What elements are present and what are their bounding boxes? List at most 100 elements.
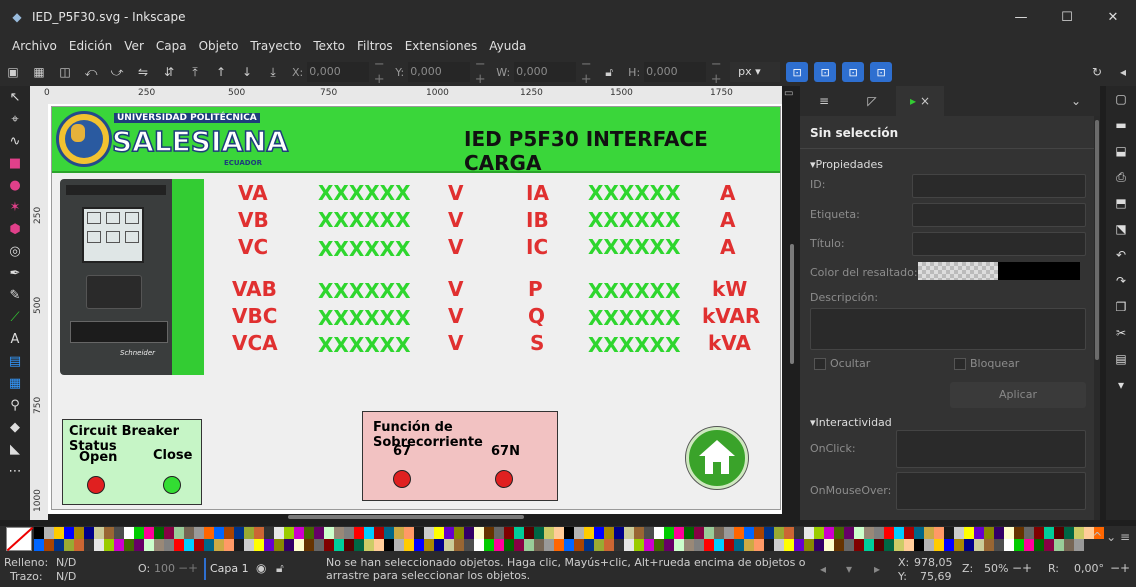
palette-swatch[interactable] bbox=[1024, 539, 1034, 551]
palette-swatch[interactable] bbox=[594, 539, 604, 551]
palette-swatch[interactable] bbox=[834, 527, 844, 539]
palette-swatch[interactable] bbox=[554, 527, 564, 539]
palette-swatch[interactable] bbox=[164, 539, 174, 551]
more-tools-icon[interactable]: ⋯ bbox=[0, 460, 30, 482]
palette-swatch[interactable] bbox=[544, 527, 554, 539]
no-paint-swatch[interactable] bbox=[6, 527, 32, 551]
palette-swatch[interactable] bbox=[664, 527, 674, 539]
stroke-value[interactable]: N/D bbox=[56, 570, 76, 583]
palette-swatch[interactable] bbox=[394, 527, 404, 539]
close-window-button[interactable]: ✕ bbox=[1090, 0, 1136, 34]
mesh-tool-icon[interactable]: ▦ bbox=[0, 372, 30, 394]
palette-swatch[interactable] bbox=[534, 527, 544, 539]
menu-ayuda[interactable]: Ayuda bbox=[483, 39, 532, 53]
palette-swatch[interactable] bbox=[564, 527, 574, 539]
dock-menu-chevron-icon[interactable]: ⌄ bbox=[1052, 86, 1100, 116]
dropper-tool-icon[interactable]: ⚲ bbox=[0, 394, 30, 416]
y-field[interactable]: 0,000 bbox=[408, 62, 471, 82]
zoom-stepper[interactable]: −+ bbox=[1012, 561, 1032, 575]
palette-swatch[interactable] bbox=[44, 527, 54, 539]
palette-swatch[interactable] bbox=[734, 527, 744, 539]
canvas-menu-icon[interactable]: ▭ bbox=[784, 88, 798, 102]
palette-swatch[interactable] bbox=[804, 527, 814, 539]
redo-icon[interactable]: ↷ bbox=[1106, 268, 1136, 294]
menu-capa[interactable]: Capa bbox=[150, 39, 193, 53]
palette-swatch[interactable] bbox=[104, 527, 114, 539]
palette-swatch[interactable] bbox=[244, 527, 254, 539]
export-icon[interactable]: ⬔ bbox=[1106, 216, 1136, 242]
palette-swatch[interactable] bbox=[54, 539, 64, 551]
palette-swatch[interactable] bbox=[1074, 539, 1084, 551]
palette-swatch[interactable] bbox=[894, 527, 904, 539]
palette-swatch[interactable] bbox=[304, 527, 314, 539]
menu-filtros[interactable]: Filtros bbox=[351, 39, 399, 53]
menu-extensiones[interactable]: Extensiones bbox=[399, 39, 484, 53]
print-icon[interactable]: ⎙ bbox=[1106, 164, 1136, 190]
palette-swatch[interactable] bbox=[294, 527, 304, 539]
palette-swatch[interactable] bbox=[414, 527, 424, 539]
rectangle-tool-icon[interactable]: ■ bbox=[0, 152, 30, 174]
palette-swatch[interactable] bbox=[904, 539, 914, 551]
palette-swatch[interactable] bbox=[404, 539, 414, 551]
palette-swatch[interactable] bbox=[324, 527, 334, 539]
palette-swatch[interactable] bbox=[854, 527, 864, 539]
w-stepper[interactable]: −+ bbox=[576, 57, 596, 87]
palette-swatch[interactable] bbox=[84, 527, 94, 539]
palette-swatch[interactable] bbox=[64, 527, 74, 539]
flip-vertical-icon[interactable]: ⇵ bbox=[156, 61, 182, 83]
layer-visibility-icon[interactable]: ◉ bbox=[256, 561, 266, 575]
3d-box-tool-icon[interactable]: ⬢ bbox=[0, 218, 30, 240]
new-document-icon[interactable]: ▢ bbox=[1106, 86, 1136, 112]
lock-ratio-icon[interactable]: 🔓︎ bbox=[596, 61, 622, 83]
palette-swatch[interactable] bbox=[244, 539, 254, 551]
palette-swatch[interactable] bbox=[974, 539, 984, 551]
palette-swatch[interactable] bbox=[684, 527, 694, 539]
zoom-field[interactable]: 50% bbox=[984, 562, 1008, 575]
palette-swatch[interactable] bbox=[144, 527, 154, 539]
deselect-icon[interactable]: ◫ bbox=[52, 61, 78, 83]
palette-swatch[interactable] bbox=[1064, 539, 1074, 551]
palette-swatch[interactable] bbox=[764, 527, 774, 539]
palette-swatch[interactable] bbox=[624, 527, 634, 539]
palette-swatch[interactable] bbox=[134, 527, 144, 539]
palette-swatch[interactable] bbox=[974, 527, 984, 539]
palette-swatch[interactable] bbox=[754, 539, 764, 551]
tab-object-properties[interactable]: ▸ × bbox=[896, 86, 944, 116]
flip-horizontal-icon[interactable]: ⇋ bbox=[130, 61, 156, 83]
palette-swatch[interactable] bbox=[444, 527, 454, 539]
palette-swatch[interactable] bbox=[524, 539, 534, 551]
scale-corners-icon[interactable]: ⊡ bbox=[814, 62, 837, 82]
title-input[interactable] bbox=[912, 232, 1086, 256]
palette-swatch[interactable] bbox=[794, 527, 804, 539]
palette-swatch[interactable] bbox=[254, 527, 264, 539]
palette-swatch[interactable] bbox=[894, 539, 904, 551]
rotate-90-cw-icon[interactable]: ⤻ bbox=[104, 61, 130, 83]
palette-swatch[interactable] bbox=[394, 539, 404, 551]
palette-swatch[interactable] bbox=[534, 539, 544, 551]
palette-swatch[interactable] bbox=[474, 527, 484, 539]
palette-swatch[interactable] bbox=[404, 527, 414, 539]
palette-swatch[interactable] bbox=[704, 539, 714, 551]
palette-swatch[interactable] bbox=[434, 539, 444, 551]
palette-swatch[interactable] bbox=[1024, 527, 1034, 539]
palette-swatch[interactable] bbox=[914, 539, 924, 551]
palette-swatch[interactable] bbox=[1004, 527, 1014, 539]
h-stepper[interactable]: −+ bbox=[706, 57, 726, 87]
palette-swatch[interactable] bbox=[304, 539, 314, 551]
minimize-button[interactable]: — bbox=[998, 0, 1044, 34]
tweak-tool-icon[interactable]: ∿ bbox=[0, 130, 30, 152]
maximize-button[interactable]: ☐ bbox=[1044, 0, 1090, 34]
palette-swatch[interactable] bbox=[364, 539, 374, 551]
lock-checkbox[interactable] bbox=[954, 358, 966, 370]
palette-swatch[interactable] bbox=[954, 539, 964, 551]
palette-swatch[interactable] bbox=[424, 527, 434, 539]
interactivity-section-toggle[interactable]: ▾Interactividad bbox=[810, 416, 892, 429]
palette-swatch[interactable] bbox=[1034, 539, 1044, 551]
canvas[interactable]: UNIVERSIDAD POLITÉCNICA SALESIANA ECUADO… bbox=[48, 104, 782, 514]
palette-swatch[interactable] bbox=[144, 539, 154, 551]
page-select-icon[interactable]: ▾ bbox=[846, 562, 852, 576]
menu-edicion[interactable]: Edición bbox=[63, 39, 118, 53]
palette-swatch[interactable] bbox=[184, 539, 194, 551]
palette-swatch[interactable] bbox=[654, 539, 664, 551]
label-input[interactable] bbox=[912, 203, 1086, 227]
